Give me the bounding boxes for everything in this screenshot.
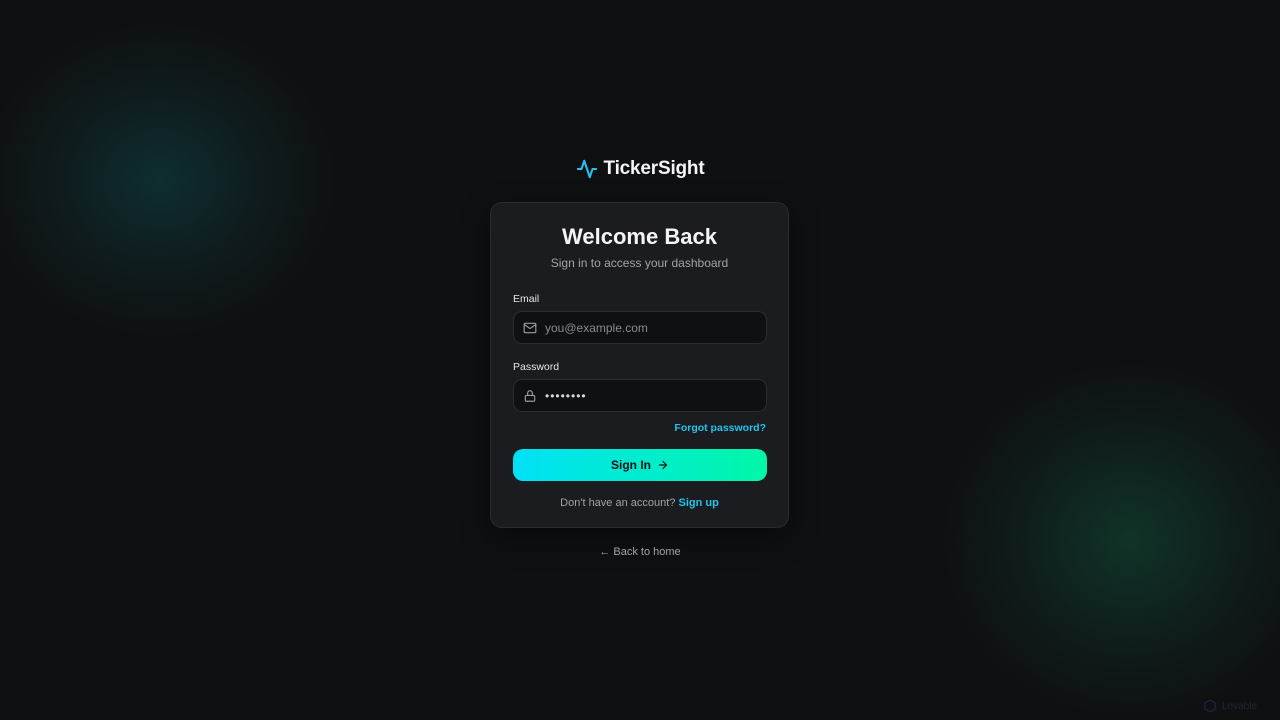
watermark-text: Lovable bbox=[1222, 700, 1258, 712]
email-input[interactable] bbox=[545, 320, 757, 335]
forgot-password-row: Forgot password? bbox=[513, 418, 766, 436]
login-page: TickerSight Welcome Back Sign in to acce… bbox=[0, 0, 1280, 720]
login-card: Welcome Back Sign in to access your dash… bbox=[490, 202, 789, 528]
signup-prompt: Don't have an account? bbox=[560, 497, 676, 509]
arrow-right-icon bbox=[657, 459, 669, 471]
lock-icon bbox=[523, 389, 537, 403]
password-input[interactable] bbox=[545, 388, 757, 403]
back-to-home-link[interactable]: ← Back to home bbox=[599, 546, 680, 558]
sign-in-label: Sign In bbox=[611, 458, 651, 472]
mail-icon bbox=[523, 321, 537, 335]
page-subtitle: Sign in to access your dashboard bbox=[550, 256, 729, 270]
hexagon-logo-icon bbox=[1203, 699, 1217, 713]
background-glow-left bbox=[0, 20, 340, 340]
brand-logo[interactable]: TickerSight bbox=[0, 158, 1280, 180]
password-field-wrapper[interactable] bbox=[513, 379, 767, 412]
brand-name: TickerSight bbox=[603, 158, 705, 179]
background-glow-right bbox=[940, 360, 1280, 720]
sign-up-link[interactable]: Sign up bbox=[678, 497, 718, 509]
password-label: Password bbox=[513, 361, 560, 373]
watermark[interactable]: Lovable bbox=[1203, 699, 1257, 713]
email-field-wrapper[interactable] bbox=[513, 311, 767, 344]
forgot-password-link[interactable]: Forgot password? bbox=[674, 422, 766, 434]
signup-row: Don't have an account? Sign up bbox=[513, 497, 766, 509]
email-label: Email bbox=[513, 293, 540, 305]
sign-in-button[interactable]: Sign In bbox=[513, 449, 767, 481]
back-to-home-row: ← Back to home bbox=[0, 546, 1280, 558]
pulse-icon bbox=[576, 158, 598, 180]
page-title: Welcome Back bbox=[562, 224, 717, 249]
